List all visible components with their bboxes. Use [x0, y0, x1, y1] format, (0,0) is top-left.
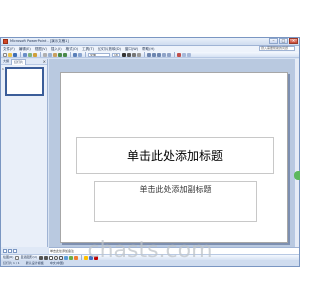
- font-name-select[interactable]: 宋体: [88, 52, 110, 57]
- watermark: chasts.com: [87, 238, 213, 263]
- align-center-icon[interactable]: [152, 52, 156, 57]
- title-placeholder-text: 单击此处添加标题: [126, 149, 223, 163]
- powerpoint-window: Microsoft PowerPoint - [演示文稿1] – □ × 文件(…: [0, 37, 300, 267]
- vertical-scrollbar[interactable]: [294, 59, 299, 247]
- redo-icon[interactable]: [63, 52, 67, 57]
- font-size-select[interactable]: 18: [112, 52, 120, 57]
- toolbar-separator: [85, 52, 86, 57]
- title-bar: Microsoft PowerPoint - [演示文稿1] – □ ×: [1, 38, 299, 46]
- table-icon[interactable]: [78, 52, 82, 57]
- toolbar-separator: [174, 52, 175, 57]
- numbering-icon[interactable]: [162, 52, 166, 57]
- slide-thumbnail[interactable]: [5, 67, 44, 96]
- standard-toolbar: 宋体 18: [1, 52, 299, 58]
- chart-icon[interactable]: [73, 52, 77, 57]
- toolbar-separator: [70, 52, 71, 57]
- subtitle-placeholder-text: 单击此处添加副标题: [139, 185, 212, 194]
- side-tab[interactable]: [294, 171, 300, 180]
- window-controls: – □ ×: [268, 38, 298, 45]
- help-search-input[interactable]: 键入需要帮助的问题: [259, 46, 295, 51]
- preview-icon[interactable]: [28, 52, 32, 57]
- copy-icon[interactable]: [48, 52, 52, 57]
- shadow-icon[interactable]: [137, 52, 141, 57]
- bold-icon[interactable]: [122, 52, 126, 57]
- title-placeholder[interactable]: 单击此处添加标题: [76, 137, 274, 174]
- align-right-icon[interactable]: [157, 52, 161, 57]
- toolbar-separator: [40, 52, 41, 57]
- minimize-button[interactable]: –: [269, 38, 278, 44]
- slides-panel: 大纲 幻灯片 × 1: [1, 58, 48, 247]
- spelling-icon[interactable]: [33, 52, 37, 57]
- tab-slides[interactable]: 幻灯片: [11, 58, 27, 65]
- underline-icon[interactable]: [132, 52, 136, 57]
- slide-editing-area: 单击此处添加标题 单击此处添加副标题: [49, 59, 299, 247]
- font-color-icon[interactable]: [177, 52, 181, 57]
- undo-icon[interactable]: [58, 52, 62, 57]
- new-file-icon[interactable]: [3, 52, 7, 57]
- new-slide-icon[interactable]: [187, 52, 191, 57]
- panel-tabs: 大纲 幻灯片 ×: [1, 58, 47, 65]
- close-icon[interactable]: ×: [43, 59, 46, 64]
- tab-outline[interactable]: 大纲: [1, 59, 11, 64]
- maximize-button[interactable]: □: [279, 38, 288, 44]
- toolbar-separator: [20, 52, 21, 57]
- close-button[interactable]: ×: [289, 38, 298, 44]
- toolbar-separator: [144, 52, 145, 57]
- italic-icon[interactable]: [127, 52, 131, 57]
- slide-number: 1: [2, 67, 4, 71]
- print-icon[interactable]: [23, 52, 27, 57]
- design-icon[interactable]: [182, 52, 186, 57]
- slide-canvas: 单击此处添加标题 单击此处添加副标题: [60, 72, 288, 243]
- cut-icon[interactable]: [43, 52, 47, 57]
- paste-icon[interactable]: [53, 52, 57, 57]
- align-left-icon[interactable]: [147, 52, 151, 57]
- subtitle-placeholder[interactable]: 单击此处添加副标题: [94, 181, 257, 222]
- open-folder-icon[interactable]: [8, 52, 12, 57]
- bullets-icon[interactable]: [167, 52, 171, 57]
- powerpoint-icon: [3, 39, 8, 44]
- save-icon[interactable]: [13, 52, 17, 57]
- window-title: Microsoft PowerPoint - [演示文稿1]: [10, 39, 69, 43]
